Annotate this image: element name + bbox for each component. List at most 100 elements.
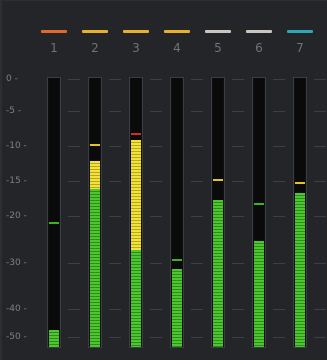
scale-tick <box>314 181 326 182</box>
audio-meter-panel: 0 - -5 - -10 - -15 - -20 - -30 - -40 - -50 - 1 2 3… <box>0 0 327 360</box>
channel-color-tag[interactable] <box>164 30 190 33</box>
scale-tick <box>314 309 326 310</box>
scale-tick <box>68 79 80 80</box>
channel-number: 1 <box>50 41 58 55</box>
scale-tick <box>150 111 162 112</box>
meter-level-fill <box>54 329 59 347</box>
scale-tick <box>109 263 121 264</box>
scale-label: -40 - <box>6 304 27 314</box>
scale-label: 0 - <box>6 74 18 84</box>
scale-tick <box>273 216 285 217</box>
channel-color-tag[interactable] <box>123 30 149 33</box>
scale-tick <box>191 181 203 182</box>
scale-label: -5 - <box>6 106 22 116</box>
scale-tick <box>109 146 121 147</box>
channel-color-tag[interactable] <box>246 30 272 33</box>
scale-tick <box>232 111 244 112</box>
scale-tick <box>68 146 80 147</box>
scale-tick <box>68 309 80 310</box>
channel-meter <box>47 77 61 348</box>
meter-peak-hold <box>177 259 182 262</box>
channel-number: 3 <box>132 41 140 55</box>
scale-tick <box>191 263 203 264</box>
channel-meter <box>293 77 307 348</box>
meter-warning-fill <box>95 161 100 189</box>
scale-tick <box>273 111 285 112</box>
scale-tick <box>109 111 121 112</box>
scale-tick <box>273 146 285 147</box>
scale-tick <box>314 263 326 264</box>
scale-tick <box>109 79 121 80</box>
channel-color-tag[interactable] <box>41 30 67 33</box>
scale-tick <box>232 337 244 338</box>
scale-tick <box>150 146 162 147</box>
channel-meter <box>252 77 266 348</box>
scale-tick <box>232 309 244 310</box>
channel-color-tag[interactable] <box>287 30 313 33</box>
scale-tick <box>150 263 162 264</box>
scale-tick <box>232 181 244 182</box>
channel-number: 7 <box>296 41 304 55</box>
meter-bar-right <box>95 78 100 347</box>
channel-meter <box>88 77 102 348</box>
meter-peak-hold <box>54 221 59 224</box>
scale-tick <box>68 111 80 112</box>
meter-bar-right <box>136 78 141 347</box>
channel-meter <box>129 77 143 348</box>
meter-level-fill <box>177 268 182 347</box>
meter-bar-right <box>177 78 182 347</box>
scale-tick <box>314 146 326 147</box>
scale-tick <box>191 146 203 147</box>
meter-bar-right <box>300 78 305 347</box>
channel-meter <box>170 77 184 348</box>
meter-warning-fill <box>136 140 141 250</box>
scale-tick <box>232 216 244 217</box>
scale-tick <box>273 337 285 338</box>
scale-tick <box>191 111 203 112</box>
scale-tick <box>150 181 162 182</box>
channel-color-tag[interactable] <box>205 30 231 33</box>
channel-color-tag[interactable] <box>82 30 108 33</box>
meter-level-fill <box>95 189 100 347</box>
scale-tick <box>109 309 121 310</box>
channel-number: 2 <box>91 41 99 55</box>
meter-peak-hold <box>259 203 264 205</box>
meter-level-fill <box>300 192 305 347</box>
meter-peak-hold <box>95 143 100 146</box>
scale-tick <box>109 181 121 182</box>
scale-label: -30 - <box>6 258 27 268</box>
scale-tick <box>273 263 285 264</box>
meter-peak-hold <box>218 178 223 181</box>
scale-tick <box>314 79 326 80</box>
scale-tick <box>232 146 244 147</box>
channel-number: 5 <box>214 41 222 55</box>
scale-tick <box>68 337 80 338</box>
scale-tick <box>150 216 162 217</box>
scale-label: -15 - <box>6 176 27 186</box>
scale-tick <box>68 181 80 182</box>
scale-label: -10 - <box>6 141 27 151</box>
scale-tick <box>232 79 244 80</box>
scale-tick <box>150 337 162 338</box>
scale-tick <box>68 216 80 217</box>
scale-tick <box>273 309 285 310</box>
meter-bar-right <box>259 78 264 347</box>
scale-tick <box>191 216 203 217</box>
scale-tick <box>273 181 285 182</box>
scale-tick <box>150 309 162 310</box>
scale-tick <box>232 263 244 264</box>
scale-tick <box>150 79 162 80</box>
scale-label: -20 - <box>6 211 27 221</box>
meter-level-fill <box>218 199 223 347</box>
channel-number: 4 <box>173 41 181 55</box>
scale-tick <box>191 309 203 310</box>
meter-peak-hold <box>136 133 141 135</box>
scale-tick <box>314 111 326 112</box>
scale-tick <box>191 337 203 338</box>
scale-tick <box>68 263 80 264</box>
scale-tick <box>191 79 203 80</box>
scale-tick <box>314 337 326 338</box>
meter-level-fill <box>136 249 141 347</box>
meter-peak-hold <box>300 182 305 184</box>
scale-tick <box>109 216 121 217</box>
